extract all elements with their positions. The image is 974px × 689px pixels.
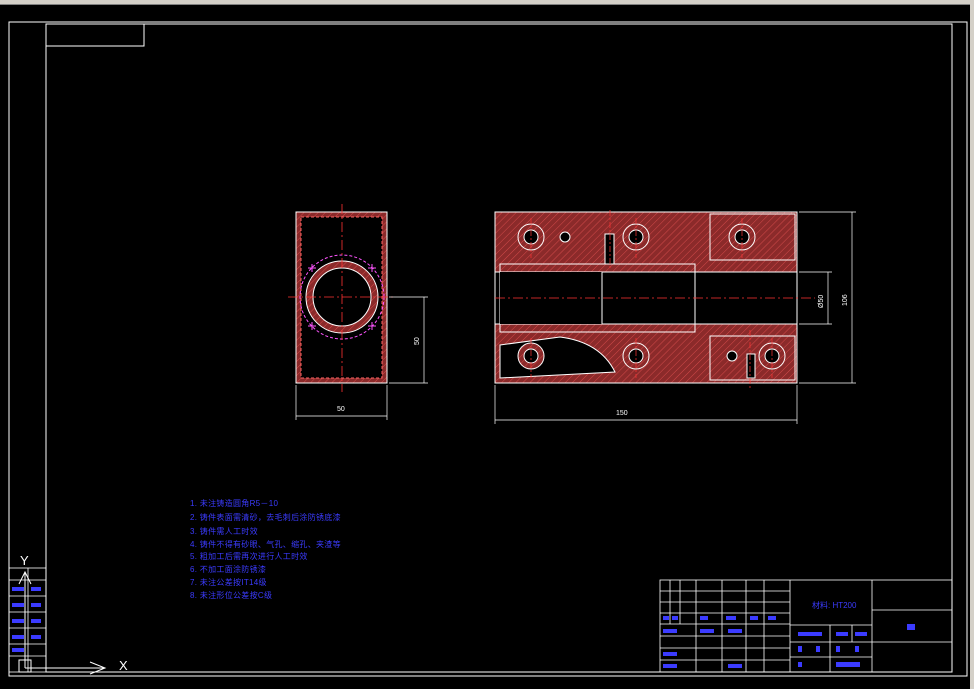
ucs-x-label: X xyxy=(119,658,128,673)
note-item-8: 8. 未注形位公差按C级 xyxy=(190,591,273,600)
note-item-3: 3. 铸件需人工时效 xyxy=(190,527,258,536)
dim-front-width: 50 xyxy=(337,406,345,413)
left-side-block xyxy=(8,567,47,673)
note-item-7: 7. 未注公差按IT14级 xyxy=(190,578,267,587)
dim-side-bore: Ø50 xyxy=(818,294,825,308)
ucs-y-label: Y xyxy=(20,553,29,568)
note-item-1: 1. 未注铸造圆角R5－10 xyxy=(190,499,279,508)
note-item-5: 5. 粗加工后需再次进行人工时效 xyxy=(190,552,308,561)
title-block[interactable] xyxy=(659,579,953,673)
note-item-6: 6. 不加工面涂防锈漆 xyxy=(190,565,267,574)
dim-front-height: 50 xyxy=(414,337,421,345)
dim-side-height: 106 xyxy=(842,294,849,306)
note-item-4: 4. 铸件不得有砂眼、气孔、缩孔、夹渣等 xyxy=(190,540,341,549)
dim-side-length: 150 xyxy=(616,410,628,417)
cad-drawing-canvas[interactable] xyxy=(0,0,974,689)
side-view-section[interactable] xyxy=(494,210,815,390)
front-view[interactable] xyxy=(288,204,396,392)
outer-frame xyxy=(8,21,968,677)
note-item-2: 2. 铸件表面需清砂，去毛刺后涂防锈底漆 xyxy=(190,513,341,522)
title-block-material: 材料: HT200 xyxy=(812,601,857,610)
corner-label-box xyxy=(45,23,145,47)
